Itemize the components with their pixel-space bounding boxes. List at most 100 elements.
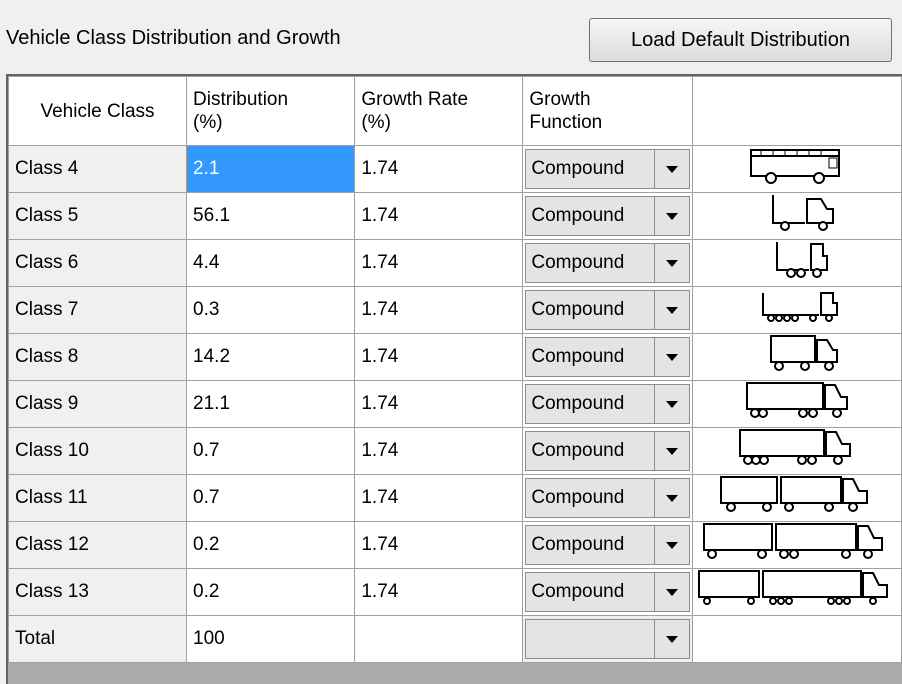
- growth-function-select[interactable]: Compound: [525, 290, 691, 330]
- header-vehicle-image: [692, 76, 902, 146]
- vehicle-image-cell: [692, 192, 902, 240]
- distribution-cell[interactable]: 0.7: [186, 474, 356, 522]
- chevron-down-icon: [666, 588, 679, 596]
- growth-function-value: Compound: [531, 581, 625, 602]
- chevron-down-icon: [666, 635, 679, 643]
- vehicle-class-cell[interactable]: Class 11: [8, 474, 188, 522]
- vehicle-image-cell: [692, 568, 902, 616]
- vehicle-class-cell[interactable]: Class 4: [8, 145, 188, 193]
- dropdown-button[interactable]: [654, 197, 689, 235]
- total-label: Total: [8, 615, 188, 663]
- growth-function-select[interactable]: Compound: [525, 478, 691, 518]
- growth-function-cell: Compound: [522, 568, 694, 616]
- growth-function-value: [526, 620, 654, 658]
- tractor-trailer-icon: [747, 335, 847, 379]
- bus-icon: [747, 149, 847, 191]
- distribution-cell[interactable]: 0.3: [186, 286, 356, 334]
- growth-function-select[interactable]: Compound: [525, 525, 691, 565]
- dropdown-button[interactable]: [654, 526, 689, 564]
- vehicle-class-cell[interactable]: Class 7: [8, 286, 188, 334]
- growth-function-cell: Compound: [522, 286, 694, 334]
- growth-rate-cell[interactable]: 1.74: [354, 427, 524, 475]
- distribution-cell[interactable]: 4.4: [186, 239, 356, 287]
- chevron-down-icon: [666, 494, 679, 502]
- chevron-down-icon: [666, 259, 679, 267]
- growth-function-cell: Compound: [522, 427, 694, 475]
- growth-function-cell: Compound: [522, 145, 694, 193]
- table-row: Class 8 14.2 1.74 Compound: [8, 333, 902, 381]
- distribution-cell[interactable]: 2.1: [186, 145, 356, 193]
- growth-function-select[interactable]: Compound: [525, 196, 691, 236]
- vehicle-class-cell[interactable]: Class 5: [8, 192, 188, 240]
- table-row: Class 13 0.2 1.74 Compound: [8, 568, 902, 616]
- header-vehicle-class[interactable]: Vehicle Class: [8, 76, 188, 146]
- header-row: Vehicle Class Distribution (%) Growth Ra…: [8, 76, 902, 146]
- growth-function-value: Compound: [531, 487, 625, 508]
- load-default-distribution-button[interactable]: Load Default Distribution: [589, 18, 892, 62]
- vehicle-class-cell[interactable]: Class 6: [8, 239, 188, 287]
- distribution-cell[interactable]: 0.7: [186, 427, 356, 475]
- growth-function-value: Compound: [531, 440, 625, 461]
- truck-3axle-icon: [747, 242, 847, 285]
- vehicle-image-cell: [692, 521, 902, 569]
- growth-function-select[interactable]: Compound: [525, 149, 691, 189]
- dropdown-button[interactable]: [654, 479, 689, 517]
- growth-rate-cell[interactable]: 1.74: [354, 239, 524, 287]
- table-row: Class 9 21.1 1.74 Compound: [8, 380, 902, 428]
- header-growth-rate[interactable]: Growth Rate (%): [354, 76, 524, 146]
- growth-rate-cell[interactable]: 1.74: [354, 192, 524, 240]
- dropdown-button[interactable]: [654, 244, 689, 282]
- double-trailer-icon: [717, 476, 877, 520]
- growth-function-cell: Compound: [522, 521, 694, 569]
- growth-rate-cell[interactable]: 1.74: [354, 521, 524, 569]
- distribution-cell[interactable]: 56.1: [186, 192, 356, 240]
- growth-function-cell: Compound: [522, 474, 694, 522]
- growth-function-select[interactable]: [525, 619, 691, 659]
- dropdown-button[interactable]: [654, 385, 689, 423]
- growth-rate-cell[interactable]: 1.74: [354, 568, 524, 616]
- total-growth-rate-cell[interactable]: [354, 615, 524, 663]
- growth-rate-cell[interactable]: 1.74: [354, 286, 524, 334]
- growth-rate-cell[interactable]: 1.74: [354, 474, 524, 522]
- growth-rate-cell[interactable]: 1.74: [354, 333, 524, 381]
- growth-function-select[interactable]: Compound: [525, 384, 691, 424]
- dropdown-button[interactable]: [654, 338, 689, 376]
- total-distribution-cell[interactable]: 100: [186, 615, 356, 663]
- distribution-cell[interactable]: 14.2: [186, 333, 356, 381]
- table-row: Class 6 4.4 1.74 Compound: [8, 239, 902, 287]
- growth-function-value: Compound: [531, 393, 625, 414]
- total-row: Total 100: [8, 615, 902, 663]
- table-row: Class 11 0.7 1.74 Compound: [8, 474, 902, 522]
- growth-function-select[interactable]: Compound: [525, 431, 691, 471]
- vehicle-class-cell[interactable]: Class 10: [8, 427, 188, 475]
- table-row: Class 4 2.1 1.74 Compound: [8, 145, 902, 193]
- header-distribution[interactable]: Distribution (%): [186, 76, 356, 146]
- distribution-cell[interactable]: 0.2: [186, 521, 356, 569]
- distribution-cell[interactable]: 21.1: [186, 380, 356, 428]
- growth-function-select[interactable]: Compound: [525, 572, 691, 612]
- table-row: Class 10 0.7 1.74 Compound: [8, 427, 902, 475]
- dropdown-button[interactable]: [654, 573, 689, 611]
- growth-rate-cell[interactable]: 1.74: [354, 145, 524, 193]
- tractor-5axle-icon: [737, 382, 857, 426]
- growth-rate-cell[interactable]: 1.74: [354, 380, 524, 428]
- panel-title: Vehicle Class Distribution and Growth: [6, 27, 341, 49]
- distribution-cell[interactable]: 0.2: [186, 568, 356, 616]
- growth-function-select[interactable]: Compound: [525, 243, 691, 283]
- total-image-cell: [692, 615, 902, 663]
- dropdown-button[interactable]: [654, 291, 689, 329]
- vehicle-class-cell[interactable]: Class 12: [8, 521, 188, 569]
- header-growth-function[interactable]: Growth Function: [522, 76, 694, 146]
- dropdown-button[interactable]: [654, 620, 689, 658]
- dropdown-button[interactable]: [654, 150, 689, 188]
- vehicle-class-cell[interactable]: Class 8: [8, 333, 188, 381]
- distribution-table: Vehicle Class Distribution (%) Growth Ra…: [8, 76, 902, 663]
- dropdown-button[interactable]: [654, 432, 689, 470]
- vehicle-image-cell: [692, 286, 902, 334]
- vehicle-image-cell: [692, 145, 902, 193]
- tractor-6axle-icon: [732, 429, 862, 473]
- vehicle-class-cell[interactable]: Class 13: [8, 568, 188, 616]
- multi-trailer-icon: [697, 570, 897, 614]
- vehicle-class-cell[interactable]: Class 9: [8, 380, 188, 428]
- growth-function-select[interactable]: Compound: [525, 337, 691, 377]
